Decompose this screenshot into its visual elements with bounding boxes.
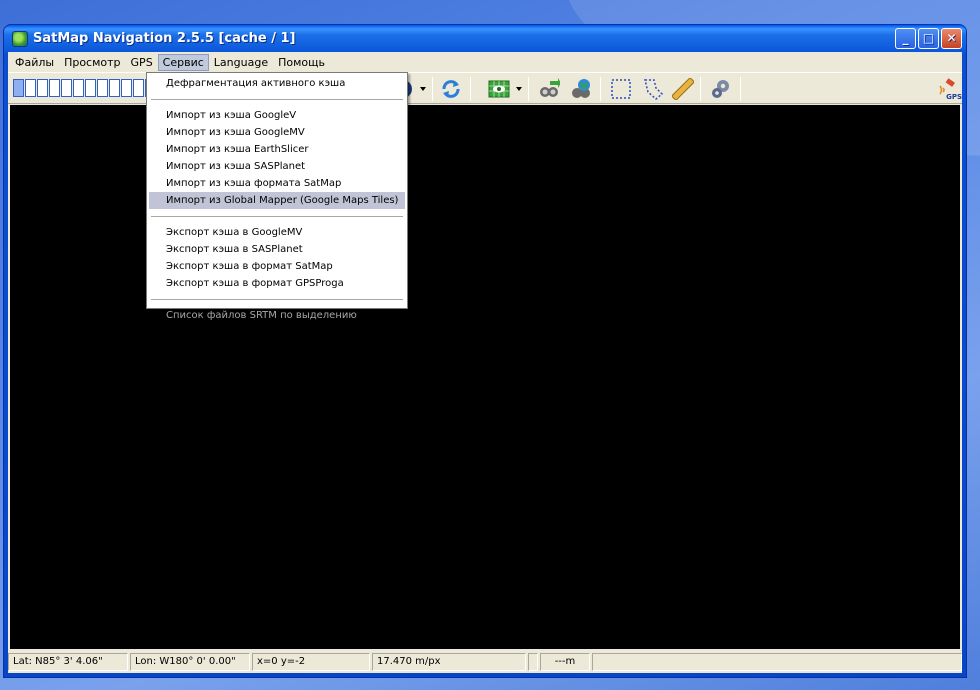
menu-separator [151,99,403,100]
chevron-down-icon[interactable] [420,87,426,91]
menu-language[interactable]: Language [209,54,273,71]
service-menu-item[interactable]: Экспорт кэша в GoogleMV [149,224,405,241]
refresh-icon[interactable] [440,78,462,100]
service-menu-item: Список файлов SRTM по выделению [166,310,357,321]
binoculars-globe-icon[interactable] [570,78,592,100]
toolbar-separator [700,77,701,101]
status-xy: x=0 y=-2 [252,653,370,671]
settings-gears-icon[interactable] [710,78,732,100]
gps-label: GPS [946,93,962,101]
zoom-level-cell[interactable] [13,79,24,97]
zoom-level-cell[interactable] [73,79,84,97]
toolbar-separator [432,77,433,101]
toolbar-separator [740,77,741,101]
status-extra [592,653,962,671]
zoom-level-cell[interactable] [25,79,36,97]
zoom-level-cell[interactable] [133,79,144,97]
menu-separator [151,216,403,217]
status-distance: ---m [540,653,590,671]
service-menu-item[interactable]: Импорт из кэша EarthSlicer [149,141,405,158]
service-menu-item[interactable]: Импорт из Global Mapper (Google Maps Til… [149,192,405,209]
maximize-button[interactable]: □ [918,28,939,49]
menu-service[interactable]: Сервис [157,53,209,71]
status-longitude: Lon: W180° 0' 0.00" [130,653,250,671]
service-menu-item[interactable]: Экспорт кэша в формат SatMap [149,258,405,275]
menu-help[interactable]: Помощь [273,54,330,71]
service-menu-item[interactable]: Экспорт кэша в формат GPSProga [149,275,405,292]
satmap-app-icon [12,30,28,47]
title-bar[interactable]: SatMap Navigation 2.5.5 [cache / 1] _ □ … [8,25,962,52]
status-scale: 17.470 m/px [372,653,526,671]
service-menu-item[interactable]: Дефрагментация активного кэша [149,75,405,92]
menubar: Файлы Просмотр GPS Сервис Language Помощ… [8,52,962,72]
status-empty [528,653,538,671]
toolbar-separator [470,77,471,101]
window-title: SatMap Navigation 2.5.5 [cache / 1] [33,31,296,46]
zoom-level-cell[interactable] [97,79,108,97]
rect-select-icon[interactable] [610,78,632,100]
minimize-button[interactable]: _ [895,28,916,49]
zoom-level-cell[interactable] [49,79,60,97]
chevron-down-icon[interactable] [516,87,522,91]
zoom-level-cell[interactable] [121,79,132,97]
map-view-icon[interactable] [488,78,510,100]
menu-separator [151,299,403,300]
service-menu-item[interactable]: Экспорт кэша в SASPlanet [149,241,405,258]
binoculars-go-icon[interactable] [538,78,560,100]
menu-view[interactable]: Просмотр [59,54,125,71]
ruler-icon[interactable] [672,78,694,100]
zoom-level-cell[interactable] [61,79,72,97]
zoom-level-cell[interactable] [109,79,120,97]
zoom-level-cell[interactable] [85,79,96,97]
service-menu-item[interactable]: Импорт из кэша SASPlanet [149,158,405,175]
status-latitude: Lat: N85° 3' 4.06" [8,653,128,671]
zoom-level-bar[interactable] [13,79,157,97]
zoom-level-cell[interactable] [37,79,48,97]
close-button[interactable]: ✕ [941,28,962,49]
service-menu-dropdown: Дефрагментация активного кэша Импорт из к… [146,72,408,321]
gps-satellite-icon[interactable]: GPS [936,78,962,101]
menu-files[interactable]: Файлы [10,54,59,71]
toolbar-separator [600,77,601,101]
service-menu-item[interactable]: Импорт из кэша GoogleMV [149,124,405,141]
menu-gps[interactable]: GPS [126,54,158,71]
service-menu-item[interactable]: Импорт из кэша GoogleV [149,107,405,124]
polygon-select-icon[interactable] [642,78,664,100]
service-menu-item[interactable]: Импорт из кэша формата SatMap [149,175,405,192]
toolbar-separator [528,77,529,101]
statusbar: Lat: N85° 3' 4.06" Lon: W180° 0' 0.00" x… [8,651,962,673]
